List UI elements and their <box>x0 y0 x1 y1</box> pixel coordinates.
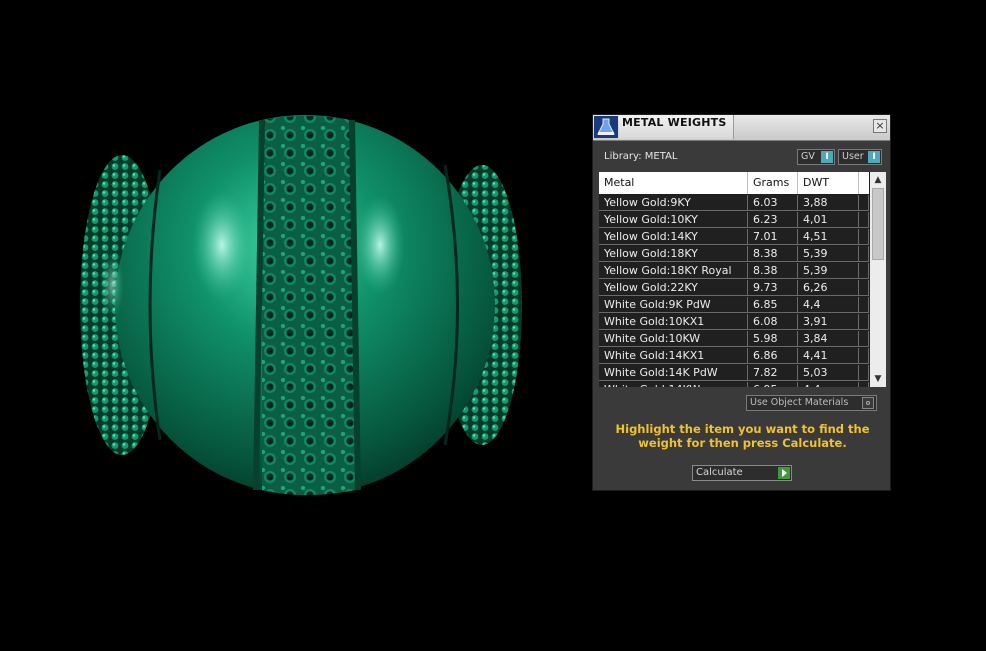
cell-metal: Yellow Gold:9KY <box>599 195 748 211</box>
gv-label: GV <box>801 151 815 162</box>
radio-icon <box>862 397 874 409</box>
cell-metal: White Gold:10KX1 <box>599 314 748 330</box>
cell-spacer <box>859 229 869 245</box>
cell-dwt: 5,39 <box>798 246 859 262</box>
cell-spacer <box>859 280 869 296</box>
cell-metal: Yellow Gold:14KY <box>599 229 748 245</box>
jewel-model <box>80 115 522 495</box>
cell-metal: White Gold:9K PdW <box>599 297 748 313</box>
table-row[interactable]: Yellow Gold:18KY 8.38 5,39 <box>599 246 869 263</box>
cell-grams: 6.95 <box>748 382 798 387</box>
cell-spacer <box>859 297 869 313</box>
table-row[interactable]: Yellow Gold:10KY 6.23 4,01 <box>599 212 869 229</box>
column-header-grams[interactable]: Grams <box>748 172 798 194</box>
user-toggle-button[interactable]: User I <box>838 149 882 165</box>
cell-spacer <box>859 212 869 228</box>
cell-metal: White Gold:10KW <box>599 331 748 347</box>
cell-grams: 8.38 <box>748 263 798 279</box>
cell-dwt: 4,4 <box>798 382 859 387</box>
scroll-thumb[interactable] <box>872 188 884 260</box>
cell-dwt: 3,91 <box>798 314 859 330</box>
cell-dwt: 5,39 <box>798 263 859 279</box>
toggle-icon: I <box>868 151 880 163</box>
table-scrollbar[interactable]: ▲ ▼ <box>870 172 886 387</box>
metal-table[interactable]: Metal Grams DWT Yellow Gold:9KY 6.03 3,88 Y… <box>599 172 886 387</box>
table-row[interactable]: Yellow Gold:9KY 6.03 3,88 <box>599 195 869 212</box>
cell-dwt: 6,26 <box>798 280 859 296</box>
table-row[interactable]: Yellow Gold:18KY Royal 8.38 5,39 <box>599 263 869 280</box>
table-row[interactable]: White Gold:10KX1 6.08 3,91 <box>599 314 869 331</box>
table-row[interactable]: Yellow Gold:22KY 9.73 6,26 <box>599 280 869 297</box>
toggle-icon: I <box>821 151 833 163</box>
cell-grams: 7.01 <box>748 229 798 245</box>
cell-spacer <box>859 246 869 262</box>
table-row[interactable]: Yellow Gold:14KY 7.01 4,51 <box>599 229 869 246</box>
table-row[interactable]: White Gold:14KX1 6.86 4,41 <box>599 348 869 365</box>
cell-grams: 8.38 <box>748 246 798 262</box>
center-pierced-band <box>262 116 356 495</box>
cell-dwt: 3,84 <box>798 331 859 347</box>
app-flask-icon <box>594 116 618 138</box>
close-icon[interactable]: × <box>873 119 887 133</box>
cell-metal: White Gold:14KW <box>599 382 748 387</box>
cell-grams: 6.85 <box>748 297 798 313</box>
cell-spacer <box>859 382 869 387</box>
cell-dwt: 4,41 <box>798 348 859 364</box>
table-header: Metal Grams DWT <box>599 172 869 194</box>
cell-metal: Yellow Gold:10KY <box>599 212 748 228</box>
column-header-dwt[interactable]: DWT <box>798 172 859 194</box>
table-row[interactable]: White Gold:14K PdW 7.82 5,03 <box>599 365 869 382</box>
chevron-down-icon[interactable]: ▼ <box>870 372 886 386</box>
panel-title: METAL WEIGHTS <box>622 116 727 129</box>
use-object-materials-label: Use Object Materials <box>750 397 849 408</box>
cell-grams: 7.82 <box>748 365 798 381</box>
cell-grams: 6.86 <box>748 348 798 364</box>
cell-spacer <box>859 263 869 279</box>
gv-toggle-button[interactable]: GV I <box>797 149 835 165</box>
title-bar[interactable]: METAL WEIGHTS × <box>593 115 890 141</box>
user-label: User <box>842 151 864 162</box>
library-label: Library: METAL <box>604 151 678 162</box>
table-row[interactable]: White Gold:10KW 5.98 3,84 <box>599 331 869 348</box>
table-row[interactable]: White Gold:9K PdW 6.85 4,4 <box>599 297 869 314</box>
cell-grams: 5.98 <box>748 331 798 347</box>
play-icon <box>778 467 790 479</box>
cell-spacer <box>859 348 869 364</box>
table-rows: Yellow Gold:9KY 6.03 3,88 Yellow Gold:10KY 6… <box>599 195 869 387</box>
cell-spacer <box>859 365 869 381</box>
cell-metal: White Gold:14KX1 <box>599 348 748 364</box>
table-row[interactable]: White Gold:14KW6.954,4 <box>599 382 869 387</box>
calculate-button[interactable]: Calculate <box>692 465 792 481</box>
cell-dwt: 4,4 <box>798 297 859 313</box>
cell-metal: Yellow Gold:18KY <box>599 246 748 262</box>
cell-spacer <box>859 331 869 347</box>
cell-grams: 6.03 <box>748 195 798 211</box>
cell-dwt: 4,51 <box>798 229 859 245</box>
calculate-label: Calculate <box>696 467 743 478</box>
cell-dwt: 4,01 <box>798 212 859 228</box>
cell-metal: Yellow Gold:22KY <box>599 280 748 296</box>
use-object-materials-button[interactable]: Use Object Materials <box>746 395 877 411</box>
cell-dwt: 3,88 <box>798 195 859 211</box>
chevron-up-icon[interactable]: ▲ <box>870 173 886 187</box>
metal-weights-panel: METAL WEIGHTS × Library: METAL GV I User… <box>592 114 891 491</box>
instruction-text: Highlight the item you want to find the … <box>615 422 870 450</box>
cell-grams: 6.23 <box>748 212 798 228</box>
cell-dwt: 5,03 <box>798 365 859 381</box>
cell-spacer <box>859 314 869 330</box>
column-header-metal[interactable]: Metal <box>599 172 748 194</box>
cell-grams: 6.08 <box>748 314 798 330</box>
cell-grams: 9.73 <box>748 280 798 296</box>
3d-viewport[interactable] <box>0 0 590 651</box>
cell-spacer <box>859 195 869 211</box>
cell-metal: Yellow Gold:18KY Royal <box>599 263 748 279</box>
cell-metal: White Gold:14K PdW <box>599 365 748 381</box>
